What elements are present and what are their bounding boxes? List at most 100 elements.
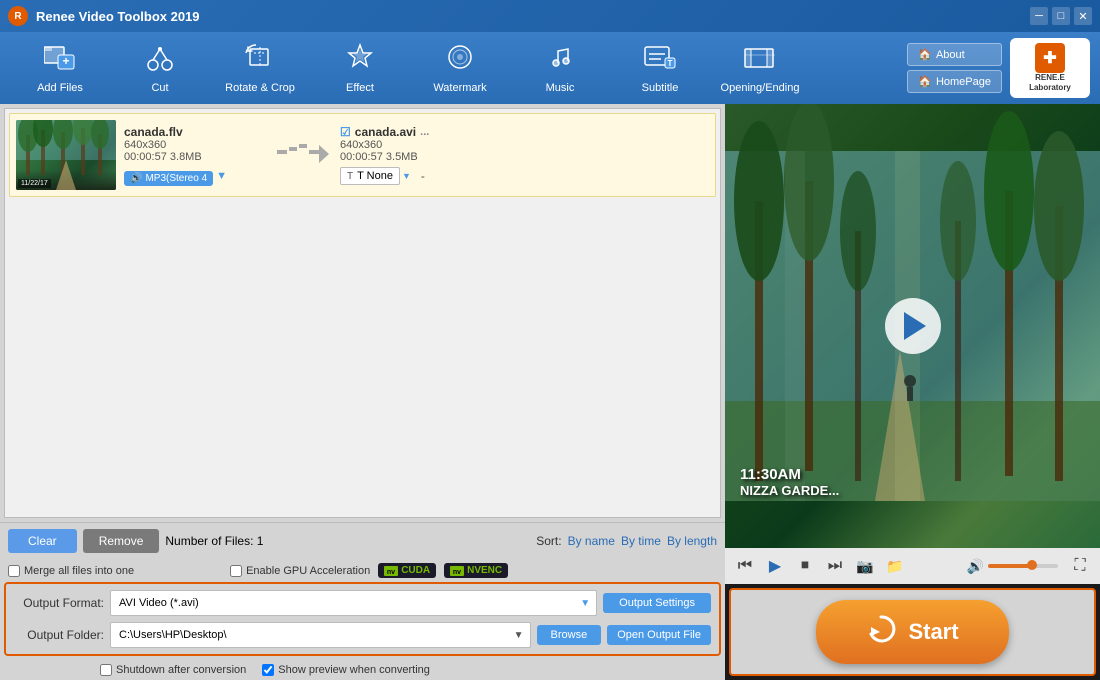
toolbar-opening-ending[interactable]: Opening/Ending: [710, 34, 810, 102]
minimize-button[interactable]: ─: [1030, 7, 1048, 25]
volume-icon: 🔊: [967, 558, 984, 575]
sort-label: Sort:: [536, 534, 561, 548]
title-bar: R Renee Video Toolbox 2019 ─ □ ✕: [0, 0, 1100, 32]
svg-text:nv: nv: [387, 569, 395, 576]
start-refresh-icon: [866, 614, 896, 650]
svg-text:T: T: [668, 59, 673, 68]
video-preview: 11:30AM NIZZA GARDE...: [725, 104, 1100, 548]
subtitle-dropdown-btn[interactable]: T T None: [340, 167, 400, 185]
file-count-label: Number of Files: 1: [165, 534, 263, 548]
start-button[interactable]: Start: [816, 600, 1008, 664]
homepage-button[interactable]: 🏠 HomePage: [907, 70, 1002, 93]
effect-label: Effect: [346, 82, 374, 94]
preview-option[interactable]: Show preview when converting: [262, 664, 430, 676]
thumbnail-image: 11/22/17: [16, 120, 116, 190]
bottom-controls: Clear Remove Number of Files: 1 Sort: By…: [0, 522, 725, 559]
preview-checkbox[interactable]: [262, 664, 274, 676]
toolbar-effect[interactable]: Effect: [310, 34, 410, 102]
folder-button[interactable]: 📁: [883, 554, 907, 578]
options-bar: Merge all files into one Enable GPU Acce…: [0, 559, 725, 582]
cuda-badge: nv CUDA: [378, 563, 436, 578]
sort-by-time[interactable]: By time: [621, 534, 661, 548]
output-settings-button[interactable]: Output Settings: [603, 593, 711, 613]
window-controls: ─ □ ✕: [1030, 7, 1092, 25]
folder-label: Output Folder:: [14, 628, 104, 642]
main-content: 11/22/17 canada.flv 640x360 00:00:57 3.8…: [0, 104, 1100, 680]
skip-back-button[interactable]: ⏮: [733, 554, 757, 578]
toolbar-cut[interactable]: Cut: [110, 34, 210, 102]
toolbar-watermark[interactable]: Watermark: [410, 34, 510, 102]
remove-button[interactable]: Remove: [83, 529, 160, 553]
start-area: Start: [729, 588, 1096, 676]
open-output-button[interactable]: Open Output File: [607, 625, 711, 645]
browse-button[interactable]: Browse: [537, 625, 602, 645]
app-title: Renee Video Toolbox 2019: [36, 9, 1030, 24]
folder-value: C:\Users\HP\Desktop\: [111, 627, 508, 643]
subtitle-value: T None: [357, 170, 393, 182]
source-filename: canada.flv: [124, 125, 264, 139]
gpu-acceleration-option[interactable]: Enable GPU Acceleration: [230, 565, 370, 577]
merge-checkbox[interactable]: [8, 565, 20, 577]
renee-brand: RENE.E Laboratory: [1029, 73, 1071, 92]
close-button[interactable]: ✕: [1074, 7, 1092, 25]
add-files-icon: +: [44, 43, 76, 78]
renee-cross: ✚: [1035, 43, 1065, 73]
file-info-dest: ☑ canada.avi ... 640x360 00:00:57 3.5MB …: [340, 125, 500, 185]
maximize-button[interactable]: □: [1052, 7, 1070, 25]
cut-icon: [145, 43, 175, 78]
music-icon: [546, 43, 574, 78]
clear-button[interactable]: Clear: [8, 529, 77, 553]
sort-by-length[interactable]: By length: [667, 534, 717, 548]
file-list-area: 11/22/17 canada.flv 640x360 00:00:57 3.8…: [4, 108, 721, 518]
format-dropdown-arrow[interactable]: ▼: [574, 598, 596, 609]
gpu-label: Enable GPU Acceleration: [246, 565, 370, 577]
dest-check-icon: ☑: [340, 125, 351, 139]
about-label: About: [936, 49, 965, 61]
toolbar-rotate-crop[interactable]: Rotate & Crop: [210, 34, 310, 102]
toolbar-music[interactable]: Music: [510, 34, 610, 102]
conversion-arrow: [272, 140, 332, 170]
skip-forward-button[interactable]: ⏭: [823, 554, 847, 578]
toolbar-add-files[interactable]: + Add Files: [10, 34, 110, 102]
subtitle-label: Subtitle: [642, 82, 679, 94]
play-button[interactable]: [885, 298, 941, 354]
toolbar-subtitle[interactable]: T Subtitle: [610, 34, 710, 102]
about-button[interactable]: 🏠 About: [907, 43, 1002, 66]
output-format-row: Output Format: AVI Video (*.avi) ▼ Outpu…: [14, 590, 711, 616]
stop-button[interactable]: ⏹: [793, 554, 817, 578]
audio-button[interactable]: 🔊 MP3(Stereo 4: [124, 171, 213, 186]
video-overlay-time: 11:30AM NIZZA GARDE...: [740, 466, 839, 498]
subtitle-dropdown-arrow[interactable]: ▼: [402, 171, 411, 181]
preview-label: Show preview when converting: [278, 664, 430, 676]
file-info-source: canada.flv 640x360 00:00:57 3.8MB 🔊 MP3(…: [124, 125, 264, 186]
merge-files-option[interactable]: Merge all files into one: [8, 565, 134, 577]
source-duration-size: 00:00:57 3.8MB: [124, 151, 264, 163]
fullscreen-button[interactable]: ⛶: [1068, 554, 1092, 578]
folder-dropdown-arrow[interactable]: ▼: [508, 630, 530, 641]
volume-slider-track[interactable]: [988, 564, 1058, 568]
play-pause-button[interactable]: ▶: [763, 554, 787, 578]
source-dimensions: 640x360: [124, 139, 264, 151]
rotate-crop-label: Rotate & Crop: [225, 82, 295, 94]
gpu-checkbox[interactable]: [230, 565, 242, 577]
shutdown-checkbox[interactable]: [100, 664, 112, 676]
nvenc-badge: nv NVENC: [444, 563, 508, 578]
cut-label: Cut: [151, 82, 168, 94]
sort-by-name[interactable]: By name: [568, 534, 615, 548]
shutdown-label: Shutdown after conversion: [116, 664, 246, 676]
app-logo: R: [8, 6, 28, 26]
volume-slider-thumb[interactable]: [1027, 560, 1037, 570]
video-controls: ⏮ ▶ ⏹ ⏭ 📷 📁 🔊 ⛶: [725, 548, 1100, 584]
effect-icon: [345, 43, 375, 78]
svg-text:nv: nv: [453, 569, 461, 576]
audio-label: MP3(Stereo 4: [145, 173, 207, 184]
camera-button[interactable]: 📷: [853, 554, 877, 578]
left-panel: 11/22/17 canada.flv 640x360 00:00:57 3.8…: [0, 104, 725, 680]
shutdown-option[interactable]: Shutdown after conversion: [100, 664, 246, 676]
rotate-crop-icon: [244, 43, 276, 78]
audio-icon: 🔊: [130, 173, 142, 184]
audio-dropdown[interactable]: ▼: [216, 170, 227, 182]
file-row: 11/22/17 canada.flv 640x360 00:00:57 3.8…: [9, 113, 716, 197]
add-files-label: Add Files: [37, 82, 83, 94]
right-panel: 11:30AM NIZZA GARDE... ⏮ ▶ ⏹ ⏭ 📷 📁 🔊: [725, 104, 1100, 680]
